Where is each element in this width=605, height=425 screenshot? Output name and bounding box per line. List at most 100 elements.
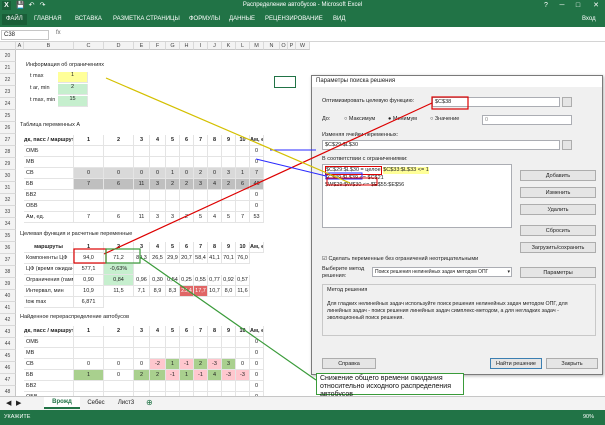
table-cell[interactable]: [166, 157, 180, 168]
table-cell[interactable]: [208, 146, 222, 157]
table-cell[interactable]: 0: [180, 168, 194, 179]
table-cell[interactable]: 0,96: [134, 275, 150, 286]
solve-button[interactable]: Найти решение: [490, 358, 542, 369]
table-cell[interactable]: [150, 190, 166, 201]
table-cell[interactable]: [150, 201, 166, 212]
table-cell[interactable]: [134, 337, 150, 348]
table-header-cell[interactable]: 5: [166, 326, 180, 337]
tab-insert[interactable]: ВСТАВКА: [75, 16, 102, 22]
table-cell[interactable]: 2: [134, 370, 150, 381]
table-cell[interactable]: 7: [74, 212, 104, 223]
table-cell[interactable]: [134, 157, 150, 168]
table-cell[interactable]: 0: [250, 201, 264, 212]
table-cell[interactable]: -1: [166, 370, 180, 381]
table-row-label[interactable]: МВ: [24, 157, 74, 168]
table-row-label[interactable]: БВ: [24, 179, 74, 190]
row-header[interactable]: 44: [0, 338, 16, 350]
table-cell[interactable]: [150, 146, 166, 157]
row-header[interactable]: 36: [0, 242, 16, 254]
table-cell[interactable]: [166, 337, 180, 348]
table-row-label[interactable]: Компоненты ЦФ: [24, 253, 74, 264]
table-cell[interactable]: 1: [166, 359, 180, 370]
table-cell[interactable]: 7: [250, 168, 264, 179]
table-row-label[interactable]: МВ: [24, 348, 74, 359]
constraint-item[interactable]: $C$33:$L$33 <= 1: [383, 167, 429, 174]
constraint-value[interactable]: 15: [58, 96, 88, 107]
row-header[interactable]: 20: [0, 50, 16, 62]
table-cell[interactable]: [222, 337, 236, 348]
prev-sheet-icon[interactable]: ◀: [6, 399, 11, 407]
table-cell[interactable]: [134, 146, 150, 157]
row-header[interactable]: 33: [0, 206, 16, 218]
add-button[interactable]: Добавить: [520, 170, 596, 181]
table-cell[interactable]: 29,9: [166, 253, 180, 264]
tab-formulas[interactable]: ФОРМУЛЫ: [189, 16, 220, 22]
table-cell[interactable]: 3: [194, 179, 208, 190]
table-cell[interactable]: [208, 201, 222, 212]
help-icon[interactable]: ?: [539, 0, 553, 12]
table-cell[interactable]: [208, 337, 222, 348]
row-header[interactable]: 40: [0, 290, 16, 302]
table-cell[interactable]: [150, 348, 166, 359]
tab-data[interactable]: ДАННЫЕ: [229, 16, 255, 22]
table-cell[interactable]: [134, 381, 150, 392]
table-cell[interactable]: 577,1: [74, 264, 104, 275]
table-cell[interactable]: 0,84: [104, 275, 134, 286]
table-cell[interactable]: 26,5: [150, 253, 166, 264]
row-header[interactable]: 30: [0, 170, 16, 182]
table-header-cell[interactable]: 4: [150, 135, 166, 146]
table-row-label[interactable]: СВ: [24, 168, 74, 179]
table-cell[interactable]: [236, 201, 250, 212]
table-header-cell[interactable]: 9: [222, 242, 236, 253]
table-cell[interactable]: -1: [194, 370, 208, 381]
table-cell[interactable]: 0: [250, 157, 264, 168]
row-header[interactable]: 25: [0, 110, 16, 122]
table-cell[interactable]: 0: [208, 168, 222, 179]
method-select[interactable]: Поиск решения нелинейных задач методом О…: [372, 267, 512, 277]
table-cell[interactable]: 8,3: [166, 286, 180, 297]
table-cell[interactable]: 8,9: [150, 286, 166, 297]
table-cell[interactable]: 0,92: [222, 275, 236, 286]
table-cell[interactable]: 20,7: [180, 253, 194, 264]
table-cell[interactable]: 58,4: [194, 253, 208, 264]
column-header[interactable]: O: [280, 42, 288, 50]
radio-max[interactable]: ○ Максимум: [344, 116, 375, 122]
edit-button[interactable]: Изменить: [520, 187, 596, 198]
table-cell[interactable]: [104, 201, 134, 212]
table-cell[interactable]: [194, 146, 208, 157]
constraints-listbox[interactable]: $C$29:$L$30 = целое $C$33:$L$33 <= 1 $C$…: [322, 164, 512, 228]
table-cell[interactable]: 2: [180, 212, 194, 223]
table-cell[interactable]: [194, 348, 208, 359]
sheet-tab-active[interactable]: Врожд: [44, 397, 80, 409]
table-row-label[interactable]: СВ: [24, 359, 74, 370]
table-cell[interactable]: 4: [208, 370, 222, 381]
row-header[interactable]: 29: [0, 158, 16, 170]
table-cell[interactable]: 46: [250, 179, 264, 190]
table-header-cell[interactable]: Ам, ед.: [250, 326, 264, 337]
table-header-cell[interactable]: 5: [166, 135, 180, 146]
table-cell[interactable]: 0: [134, 168, 150, 179]
table-cell[interactable]: [236, 190, 250, 201]
table-header-cell[interactable]: 1: [74, 242, 104, 253]
collapse-icon[interactable]: [562, 140, 572, 150]
table-cell[interactable]: 0: [250, 146, 264, 157]
table-cell[interactable]: [236, 381, 250, 392]
table-cell[interactable]: 6: [236, 179, 250, 190]
table-header-cell[interactable]: дк, пасс / маршруты: [24, 326, 74, 337]
table-cell[interactable]: [104, 381, 134, 392]
table-cell[interactable]: 4: [208, 212, 222, 223]
table-header-cell[interactable]: 3: [134, 326, 150, 337]
changing-input[interactable]: $C$29:$L$30: [322, 140, 560, 150]
table-cell[interactable]: 0: [250, 337, 264, 348]
table-cell[interactable]: [104, 146, 134, 157]
column-header[interactable]: B: [24, 42, 74, 50]
column-header[interactable]: C: [74, 42, 104, 50]
table-header-cell[interactable]: 7: [194, 326, 208, 337]
table-cell[interactable]: [222, 146, 236, 157]
table-row-label[interactable]: ЦФ (время ожидания), ч: [24, 264, 74, 275]
table-cell[interactable]: [180, 201, 194, 212]
table-cell[interactable]: [166, 201, 180, 212]
table-cell[interactable]: [134, 201, 150, 212]
parameters-button[interactable]: Параметры: [520, 267, 596, 278]
row-header[interactable]: 23: [0, 86, 16, 98]
